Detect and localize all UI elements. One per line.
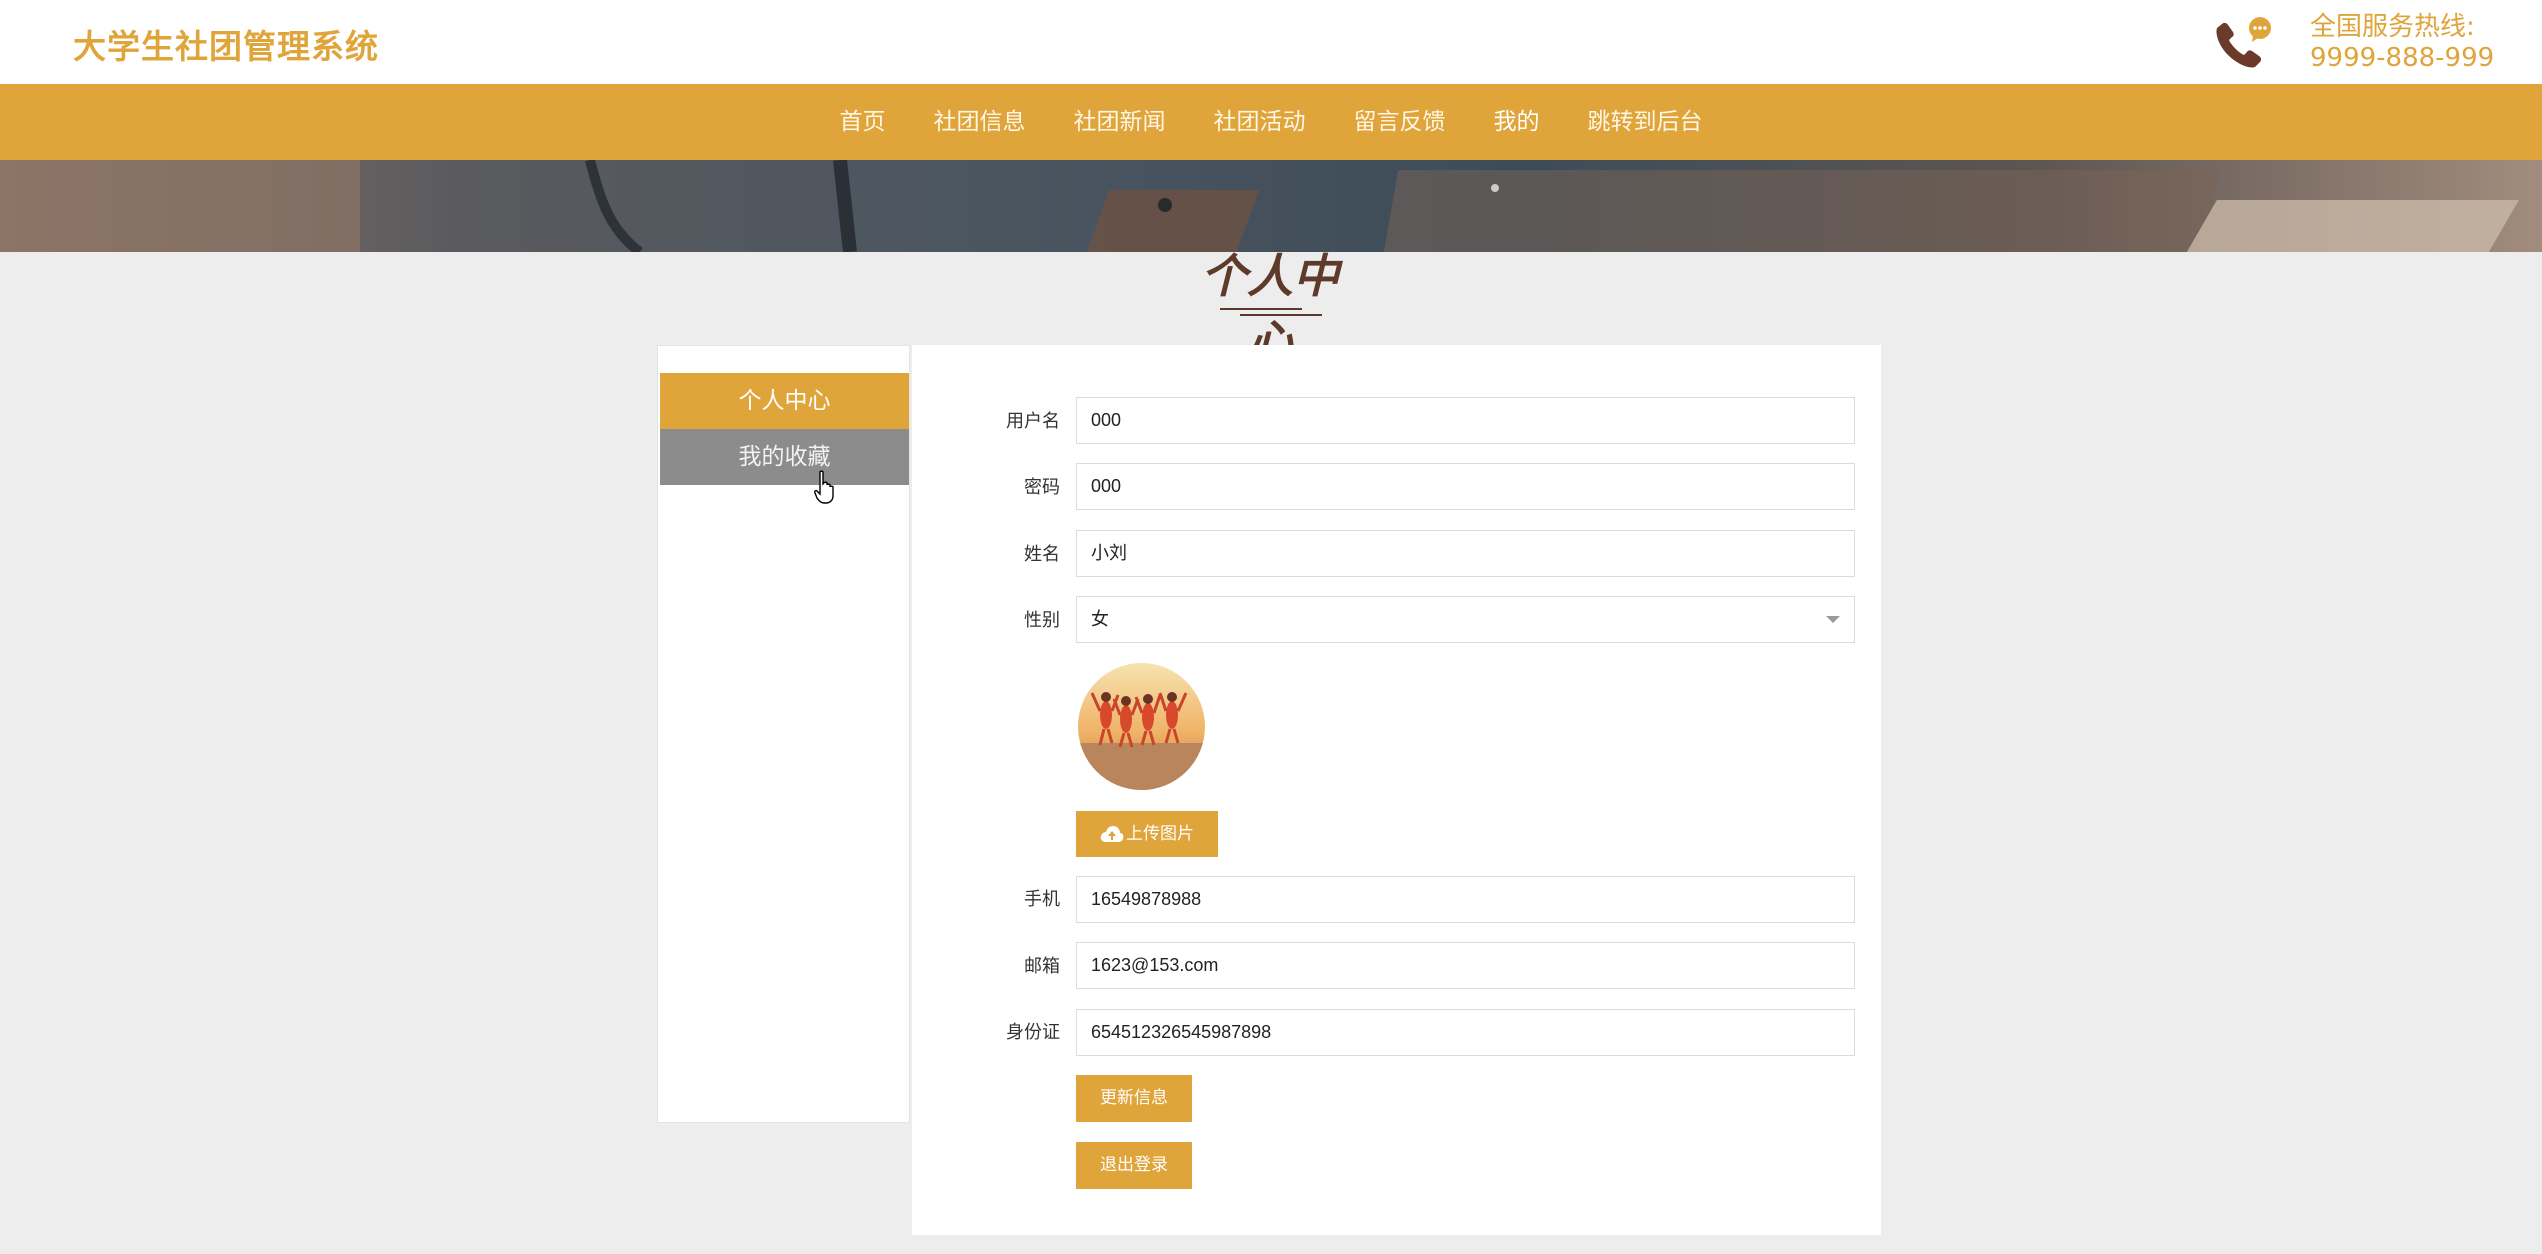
- update-info-button[interactable]: 更新信息: [1076, 1075, 1192, 1122]
- gender-value: 女: [1091, 609, 1109, 629]
- sidebar-item-personal-center[interactable]: 个人中心: [660, 373, 909, 429]
- name-field[interactable]: 小刘: [1076, 530, 1855, 577]
- site-brand[interactable]: 大学生社团管理系统: [73, 20, 379, 68]
- gender-select[interactable]: 女: [1076, 596, 1855, 643]
- main-nav: 首页 社团信息 社团新闻 社团活动 留言反馈 我的 跳转到后台: [0, 84, 2542, 160]
- title-underline-offset: [1240, 314, 1322, 316]
- username-label: 用户名: [1006, 411, 1060, 432]
- phone-label: 手机: [1024, 889, 1060, 910]
- chevron-down-icon: [1826, 616, 1840, 623]
- gender-label: 性别: [1024, 610, 1060, 631]
- nav-item-club-activities[interactable]: 社团活动: [1190, 84, 1330, 160]
- logout-button[interactable]: 退出登录: [1076, 1142, 1192, 1189]
- hand-pointer-icon: [814, 470, 834, 504]
- cloud-upload-icon: [1100, 826, 1124, 842]
- hotline-number: 9999-888-999: [2310, 43, 2495, 73]
- password-field[interactable]: 000: [1076, 463, 1855, 510]
- upload-image-label: 上传图片: [1126, 824, 1194, 844]
- phone-chat-icon: [2216, 17, 2271, 68]
- hotline-label: 全国服务热线:: [2310, 12, 2475, 42]
- sidebar-item-favorites[interactable]: 我的收藏: [660, 429, 909, 485]
- nav-item-club-news[interactable]: 社团新闻: [1050, 84, 1190, 160]
- password-label: 密码: [1024, 477, 1060, 498]
- nav-item-club-info[interactable]: 社团信息: [910, 84, 1050, 160]
- nav-item-feedback[interactable]: 留言反馈: [1330, 84, 1470, 160]
- email-label: 邮箱: [1024, 956, 1060, 977]
- hotline: 全国服务热线: 9999-888-999: [2310, 12, 2494, 74]
- nav-item-mine[interactable]: 我的: [1470, 84, 1564, 160]
- email-field[interactable]: 1623@153.com: [1076, 942, 1855, 989]
- top-header: 大学生社团管理系统 全国服务热线: 9999-888-999: [0, 0, 2542, 84]
- sidebar: 个人中心 我的收藏: [657, 345, 910, 1123]
- banner-image: [0, 160, 2542, 252]
- nav-item-home[interactable]: 首页: [816, 84, 910, 160]
- id-card-field[interactable]: 654512326545987898: [1076, 1009, 1855, 1056]
- avatar: [1078, 663, 1205, 790]
- nav-item-backend[interactable]: 跳转到后台: [1564, 84, 1727, 160]
- id-card-label: 身份证: [1006, 1022, 1060, 1043]
- upload-image-button[interactable]: 上传图片: [1076, 811, 1218, 857]
- username-field[interactable]: 000: [1076, 397, 1855, 444]
- title-underline: [1220, 308, 1302, 310]
- phone-field[interactable]: 16549878988: [1076, 876, 1855, 923]
- name-label: 姓名: [1024, 544, 1060, 565]
